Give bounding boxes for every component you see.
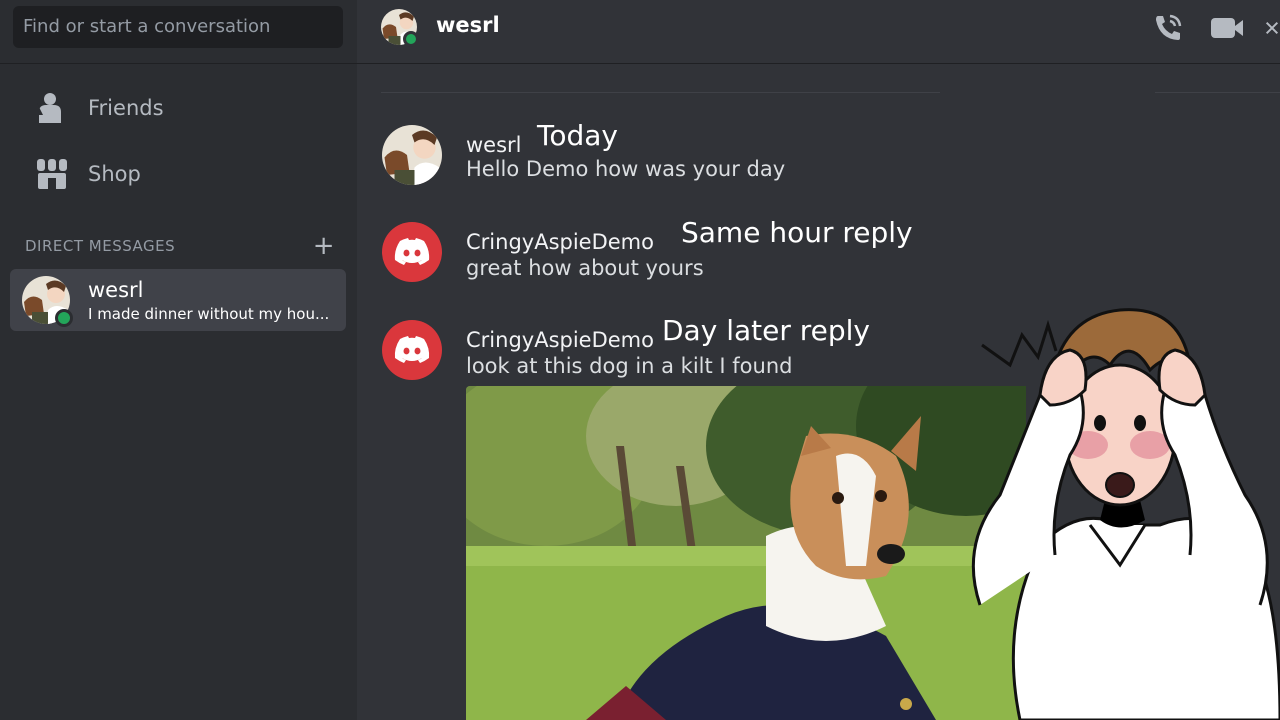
dm-name: wesrl	[88, 278, 144, 302]
discord-app: Find or start a conversation Friends Sho…	[0, 0, 1280, 720]
avatar	[22, 276, 73, 327]
friends-icon	[28, 88, 76, 128]
message-divider	[1155, 92, 1280, 93]
message-text: Hello Demo how was your day	[466, 157, 786, 181]
stressed-cartoon-overlay	[960, 295, 1280, 720]
message-text: great how about yours	[466, 256, 704, 280]
sidebar: Find or start a conversation Friends Sho…	[0, 0, 357, 720]
shop-icon	[28, 154, 76, 194]
discord-logo-avatar[interactable]	[382, 320, 442, 380]
search-input[interactable]: Find or start a conversation	[13, 6, 343, 48]
channel-title: wesrl	[436, 13, 500, 37]
message-annotation: Day later reply	[662, 314, 870, 347]
phone-call-icon[interactable]	[1150, 12, 1186, 44]
message-author[interactable]: CringyAspieDemo	[466, 230, 654, 254]
message-annotation: Same hour reply	[681, 216, 913, 249]
message-text: look at this dog in a kilt I found	[466, 354, 793, 378]
add-dm-button[interactable]: +	[313, 233, 335, 259]
dm-item-wesrl[interactable]: wesrl I made dinner without my hou...	[10, 269, 346, 331]
online-status-dot	[403, 31, 419, 47]
message-author[interactable]: CringyAspieDemo	[466, 328, 654, 352]
discord-logo-icon	[394, 336, 430, 363]
sidebar-item-shop[interactable]: Shop	[10, 146, 346, 202]
dm-header-label: DIRECT MESSAGES	[25, 237, 176, 255]
channel-header: wesrl	[357, 0, 1280, 64]
dm-preview: I made dinner without my hou...	[88, 305, 330, 323]
online-status-dot	[55, 309, 73, 327]
message-annotation: Today	[537, 119, 618, 152]
video-call-icon[interactable]	[1209, 12, 1245, 44]
sidebar-item-label: Friends	[88, 96, 164, 120]
search-bar-container: Find or start a conversation	[0, 0, 357, 64]
close-icon[interactable]	[1264, 12, 1280, 44]
sidebar-item-label: Shop	[88, 162, 141, 186]
sidebar-item-friends[interactable]: Friends	[10, 80, 346, 136]
user-avatar[interactable]	[382, 125, 442, 185]
message-divider	[381, 92, 940, 93]
message-author[interactable]: wesrl	[466, 133, 522, 157]
avatar	[381, 9, 419, 47]
direct-messages-header: DIRECT MESSAGES +	[25, 233, 335, 259]
discord-logo-icon	[394, 238, 430, 265]
discord-logo-avatar[interactable]	[382, 222, 442, 282]
dog-in-kilt-photo[interactable]	[466, 386, 1026, 720]
